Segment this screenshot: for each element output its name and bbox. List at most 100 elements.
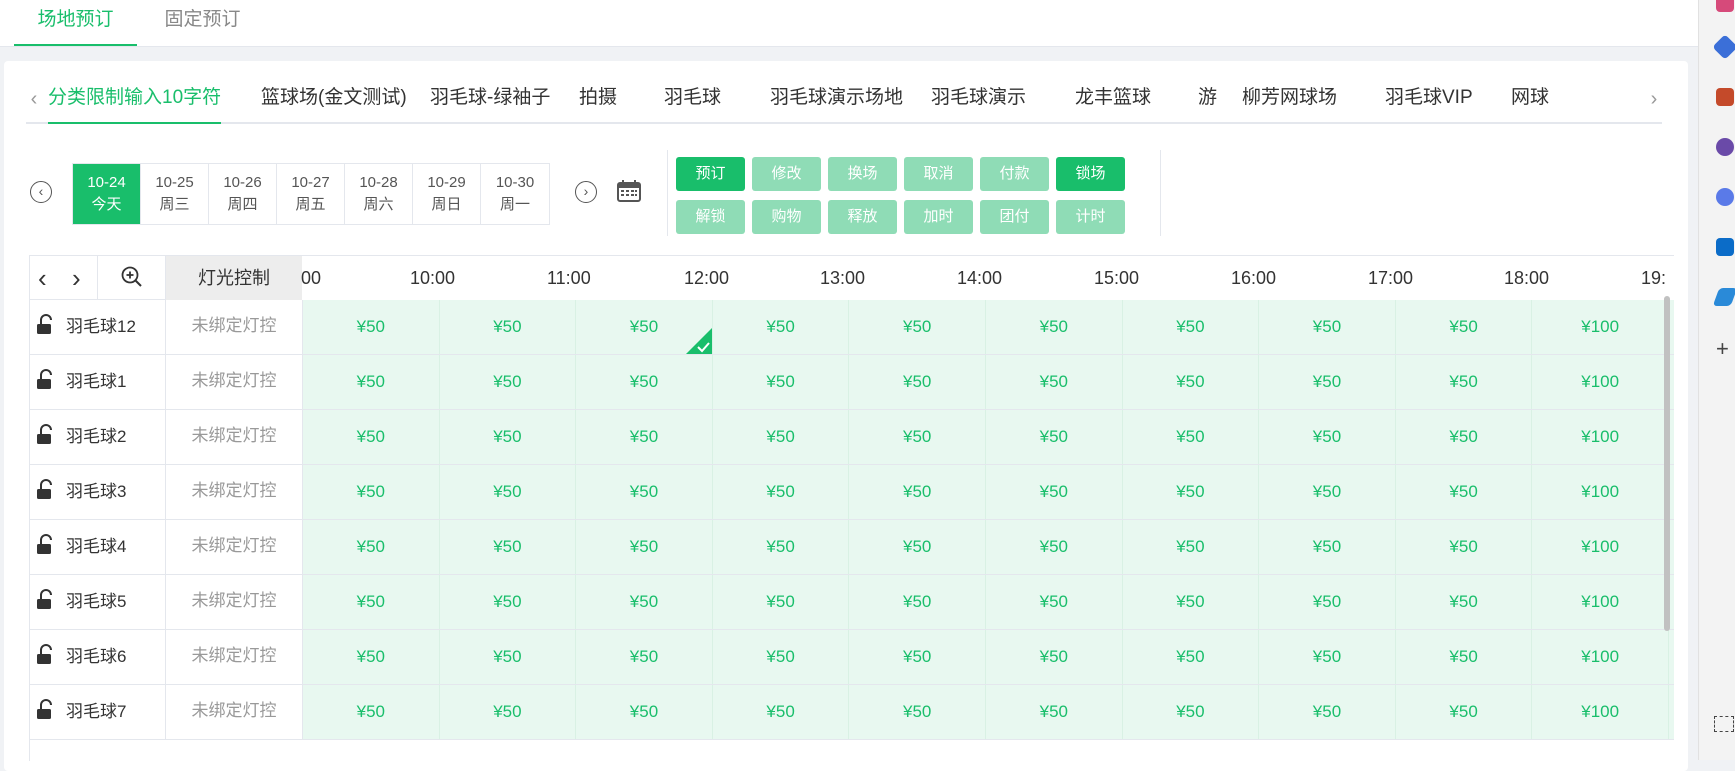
- category-tab[interactable]: 游: [1198, 78, 1217, 122]
- time-slot[interactable]: ¥50: [1259, 465, 1396, 519]
- time-slot[interactable]: ¥50: [1396, 465, 1533, 519]
- unlock-icon[interactable]: [36, 424, 56, 446]
- time-slot[interactable]: ¥100: [1532, 520, 1669, 574]
- scroll-left-icon[interactable]: ‹: [38, 256, 47, 300]
- app-icon[interactable]: [1716, 0, 1734, 12]
- time-slot[interactable]: ¥50: [440, 575, 577, 629]
- time-slot[interactable]: ¥50: [1396, 630, 1533, 684]
- action-button[interactable]: 购物: [752, 200, 821, 234]
- time-slot[interactable]: ¥50: [1396, 300, 1533, 354]
- unlock-icon[interactable]: [36, 479, 56, 501]
- category-tab[interactable]: 羽毛球演示: [931, 78, 1026, 122]
- time-slot[interactable]: ¥50: [1396, 520, 1533, 574]
- unlock-icon[interactable]: [36, 369, 56, 391]
- action-button[interactable]: 取消: [904, 157, 973, 191]
- time-slot[interactable]: ¥50: [440, 300, 577, 354]
- action-button[interactable]: 加时: [904, 200, 973, 234]
- time-slot[interactable]: ¥100: [1532, 300, 1669, 354]
- time-slot[interactable]: ¥50: [576, 465, 713, 519]
- unlock-icon[interactable]: [36, 589, 56, 611]
- time-slot[interactable]: ¥50: [303, 355, 440, 409]
- time-slot[interactable]: ¥50: [713, 575, 850, 629]
- screenshot-icon[interactable]: [1714, 716, 1734, 732]
- time-slot[interactable]: ¥50: [849, 465, 986, 519]
- time-slot[interactable]: ¥50: [303, 465, 440, 519]
- time-slot[interactable]: ¥50: [440, 355, 577, 409]
- time-slot[interactable]: ¥50: [576, 630, 713, 684]
- time-slot[interactable]: ¥50: [1259, 410, 1396, 464]
- outlook-icon[interactable]: [1716, 238, 1734, 256]
- time-slot[interactable]: ¥50: [986, 355, 1123, 409]
- date-cell[interactable]: 10-29 周日: [413, 164, 481, 224]
- time-slot[interactable]: ¥50: [986, 465, 1123, 519]
- category-tab[interactable]: 羽毛球: [664, 78, 721, 122]
- category-tab[interactable]: 羽毛球-绿袖子: [430, 78, 550, 122]
- time-slot[interactable]: ¥100: [1532, 630, 1669, 684]
- time-slot[interactable]: ¥50: [576, 410, 713, 464]
- unlock-icon[interactable]: [36, 314, 56, 336]
- time-slot[interactable]: ¥50: [1123, 300, 1260, 354]
- copilot-icon[interactable]: [1716, 188, 1734, 206]
- action-button[interactable]: 预订: [676, 157, 745, 191]
- time-slot[interactable]: ¥50: [986, 300, 1123, 354]
- time-slot[interactable]: ¥50: [849, 520, 986, 574]
- time-slot[interactable]: ¥50: [986, 410, 1123, 464]
- prev-date-icon[interactable]: ‹: [30, 181, 52, 203]
- time-slot[interactable]: ¥50: [303, 520, 440, 574]
- action-button[interactable]: 计时: [1056, 200, 1125, 234]
- send-icon[interactable]: [1712, 288, 1735, 306]
- time-slot[interactable]: ¥50: [1259, 355, 1396, 409]
- time-slot[interactable]: ¥50: [440, 520, 577, 574]
- time-slot[interactable]: ¥100: [1532, 465, 1669, 519]
- time-slot[interactable]: ¥50: [303, 575, 440, 629]
- next-date-icon[interactable]: ›: [575, 181, 597, 203]
- tab-venue-booking[interactable]: 场地预订: [14, 0, 137, 46]
- action-button[interactable]: 释放: [828, 200, 897, 234]
- unlock-icon[interactable]: [36, 534, 56, 556]
- time-slot[interactable]: ¥100: [1532, 575, 1669, 629]
- action-button[interactable]: 锁场: [1056, 157, 1125, 191]
- date-cell[interactable]: 10-26 周四: [209, 164, 277, 224]
- time-slot[interactable]: ¥50: [986, 630, 1123, 684]
- time-slot[interactable]: ¥50: [440, 410, 577, 464]
- date-cell[interactable]: 10-24 今天: [73, 164, 141, 224]
- category-tab[interactable]: 拍摄: [579, 78, 617, 122]
- time-slot[interactable]: ¥50: [1123, 355, 1260, 409]
- time-slot[interactable]: ¥50: [849, 685, 986, 739]
- time-slot[interactable]: ¥100: [1532, 410, 1669, 464]
- tab-fixed-booking[interactable]: 固定预订: [150, 0, 255, 46]
- time-slot[interactable]: ¥50: [713, 630, 850, 684]
- tag-icon[interactable]: [1712, 34, 1735, 60]
- time-slot[interactable]: ¥50: [986, 575, 1123, 629]
- time-slot[interactable]: ¥50: [713, 685, 850, 739]
- date-cell[interactable]: 10-30 周一: [481, 164, 549, 224]
- date-cell[interactable]: 10-27 周五: [277, 164, 345, 224]
- time-slot[interactable]: ¥50: [303, 685, 440, 739]
- time-slot[interactable]: ¥50: [440, 630, 577, 684]
- action-button[interactable]: 付款: [980, 157, 1049, 191]
- time-slot[interactable]: ¥100: [1532, 355, 1669, 409]
- category-tab[interactable]: 柳芳网球场: [1242, 78, 1337, 122]
- time-slot[interactable]: ¥50: [1259, 300, 1396, 354]
- zoom-in-button[interactable]: [98, 256, 166, 300]
- time-slot[interactable]: ¥50: [440, 685, 577, 739]
- action-button[interactable]: 修改: [752, 157, 821, 191]
- time-slot[interactable]: ¥50: [713, 465, 850, 519]
- time-slot[interactable]: ¥50: [713, 355, 850, 409]
- scroll-right-icon[interactable]: ›: [72, 256, 81, 300]
- time-slot[interactable]: ¥100: [1532, 685, 1669, 739]
- time-slot[interactable]: ¥50: [849, 300, 986, 354]
- category-tab[interactable]: 龙丰篮球: [1075, 78, 1151, 122]
- time-slot[interactable]: ¥50: [1259, 685, 1396, 739]
- plus-icon[interactable]: +: [1716, 336, 1729, 362]
- time-slot[interactable]: ¥50: [1396, 575, 1533, 629]
- time-slot[interactable]: ¥50: [1396, 410, 1533, 464]
- time-slot[interactable]: ¥50: [440, 465, 577, 519]
- time-slot[interactable]: ¥50: [576, 520, 713, 574]
- unlock-icon[interactable]: [36, 699, 56, 721]
- people-icon[interactable]: [1716, 138, 1734, 156]
- time-slot[interactable]: ¥50: [986, 685, 1123, 739]
- time-slot[interactable]: ¥50: [576, 575, 713, 629]
- time-slot[interactable]: ¥50: [1396, 355, 1533, 409]
- action-button[interactable]: 解锁: [676, 200, 745, 234]
